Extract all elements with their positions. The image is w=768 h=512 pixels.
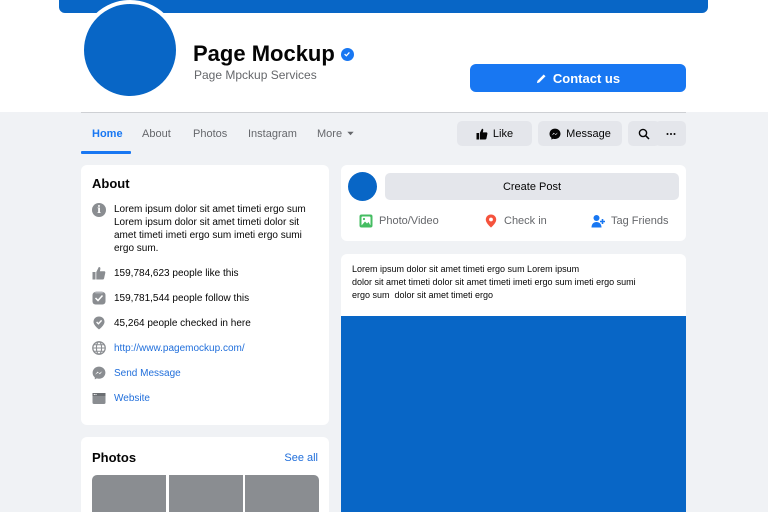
see-all-photos-link[interactable]: See all: [284, 452, 318, 464]
tab-instagram[interactable]: Instagram: [248, 113, 297, 154]
check-in-icon: [92, 316, 106, 330]
create-post-button[interactable]: Create Post: [385, 173, 679, 200]
website-link[interactable]: Website: [114, 393, 150, 404]
message-button[interactable]: Message: [538, 121, 622, 146]
messenger-icon: [92, 366, 106, 380]
tag-friends-button[interactable]: Tag Friends: [591, 212, 668, 230]
photo-thumbnail[interactable]: [245, 475, 319, 512]
photo-thumbnail[interactable]: [92, 475, 166, 512]
like-button-label: Like: [492, 127, 514, 140]
website-url-link[interactable]: http://www.pagemockup.com/: [114, 343, 245, 354]
page-navbar: Home About Photos Instagram More Like Me…: [81, 112, 686, 154]
contact-us-label: Contact us: [552, 70, 621, 86]
send-message-link[interactable]: Send Message: [114, 368, 181, 379]
search-icon: [638, 128, 650, 140]
check-in-button[interactable]: Check in: [484, 212, 547, 230]
check-in-label: Check in: [504, 215, 547, 227]
tag-friends-icon: [591, 215, 605, 228]
about-likes-row: 159,784,623 people like this: [92, 265, 239, 281]
page-name-text: Page Mockup: [193, 41, 335, 66]
photo-thumbnail[interactable]: [169, 475, 243, 512]
photos-card: Photos See all: [81, 437, 329, 512]
about-follows-row: 159,781,544 people follow this: [92, 290, 249, 306]
post-card: Lorem ipsum dolor sit amet timeti ergo s…: [341, 254, 686, 512]
caret-down-icon: [347, 131, 354, 136]
tab-more-label: More: [317, 127, 343, 140]
create-post-card: Create Post Photo/Video Check in Tag Fri…: [341, 165, 686, 241]
checkins-count-text: 45,264 people checked in here: [114, 317, 251, 329]
about-website-row: Website: [92, 390, 150, 406]
thumbs-up-icon: [476, 128, 488, 139]
messenger-icon: [549, 128, 561, 140]
about-url-row: http://www.pagemockup.com/: [92, 340, 245, 356]
page-category: Page Mpckup Services: [194, 68, 317, 82]
post-text: Lorem ipsum dolor sit amet timeti ergo s…: [352, 263, 682, 302]
about-checkins-row: 45,264 people checked in here: [92, 315, 251, 331]
about-description: Lorem ipsum dolor sit amet timeti ergo s…: [114, 204, 306, 254]
photo-icon: [359, 214, 373, 228]
photo-video-button[interactable]: Photo/Video: [359, 212, 439, 230]
website-icon: [92, 391, 106, 405]
message-button-label: Message: [566, 127, 611, 140]
profile-picture[interactable]: [80, 0, 180, 100]
globe-icon: [92, 341, 106, 355]
active-tab-indicator: [81, 151, 131, 154]
contact-us-button[interactable]: Contact us: [470, 64, 686, 92]
like-button[interactable]: Like: [457, 121, 532, 146]
about-card: About i Lorem ipsum dolor sit amet timet…: [81, 165, 329, 425]
page-header: Page Mockup Page Mpckup Services Contact…: [0, 0, 768, 112]
about-send-message-row: Send Message: [92, 365, 181, 381]
photos-title: Photos: [92, 450, 137, 465]
post-image[interactable]: [341, 316, 686, 512]
follows-count-text: 159,781,544 people follow this: [114, 292, 250, 304]
pencil-icon: [536, 73, 546, 83]
follow-icon: [92, 291, 106, 305]
likes-count-text: 159,784,623 people like this: [114, 267, 239, 279]
post-text-line: Lorem ipsum dolor sit amet timeti ergo s…: [352, 264, 580, 274]
thumbs-up-icon: [92, 266, 106, 280]
tag-friends-label: Tag Friends: [611, 215, 669, 227]
post-text-line: dolor sit amet timeti dolor sit amet tim…: [352, 277, 636, 287]
location-pin-icon: [485, 214, 497, 228]
info-icon: i: [92, 203, 106, 217]
tab-more[interactable]: More: [317, 113, 355, 154]
tab-about[interactable]: About: [142, 113, 171, 154]
photo-video-label: Photo/Video: [379, 215, 439, 227]
tab-photos[interactable]: Photos: [193, 113, 227, 154]
ellipsis-icon: [666, 132, 675, 135]
tab-home[interactable]: Home: [92, 113, 123, 154]
verified-badge-icon: [340, 47, 354, 61]
about-title: About: [92, 176, 130, 191]
avatar[interactable]: [348, 172, 377, 201]
post-text-line: ergo sum dolor sit amet timeti ergo: [352, 290, 494, 300]
more-options-button[interactable]: [655, 121, 686, 146]
page-title: Page Mockup: [193, 41, 354, 67]
